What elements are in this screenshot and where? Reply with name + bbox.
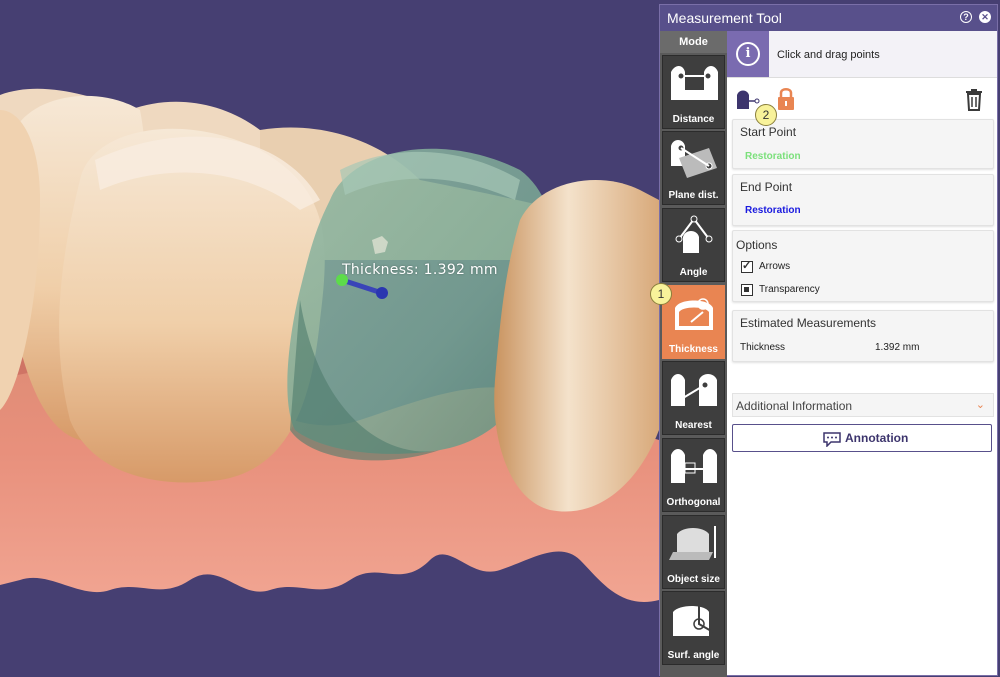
mode-orthogonal-label: Orthogonal (666, 497, 721, 508)
mode-surface-angle-button[interactable]: Surf. angle (662, 591, 725, 665)
mode-orthogonal-button[interactable]: Orthogonal (662, 438, 725, 512)
arrows-label: Arrows (759, 261, 791, 272)
close-icon[interactable]: ✕ (979, 11, 991, 23)
start-point-value: Restoration (745, 151, 801, 162)
trash-icon[interactable] (965, 89, 983, 111)
thickness-icon (675, 298, 713, 330)
mode-distance-label: Distance (672, 114, 715, 125)
measurement-name: Thickness (740, 342, 786, 353)
mode-object-size-label: Object size (667, 574, 720, 585)
info-icon: i (736, 42, 760, 66)
chevron-down-icon: ⌄ (975, 399, 985, 411)
estimated-measurements-label: Estimated Measurements (740, 316, 877, 330)
mode-distance-button[interactable]: Distance (662, 55, 725, 129)
lock-icon[interactable] (777, 87, 795, 111)
start-point-card: Start Point Restoration (732, 119, 994, 169)
options-label: Options (736, 238, 778, 252)
mode-header: Mode (660, 31, 727, 53)
options-card: Options Arrows Transparency (732, 230, 994, 302)
end-point-card: End Point Restoration (732, 174, 994, 226)
mode-plane-distance-button[interactable]: Plane dist. (662, 131, 725, 205)
panel-title: Measurement Tool (667, 10, 782, 26)
angle-icon (675, 215, 713, 253)
distance-icon (671, 66, 718, 100)
info-row: i Click and drag points (727, 31, 997, 78)
3d-viewport[interactable]: Thickness: 1.392 mm (0, 0, 659, 677)
surface-angle-icon (673, 602, 714, 636)
help-icon[interactable]: ? (960, 11, 972, 23)
end-point-label: End Point (740, 180, 793, 194)
info-text: Click and drag points (777, 49, 880, 61)
end-point-value: Restoration (745, 205, 801, 216)
plane-distance-icon (671, 140, 717, 178)
start-point-label: Start Point (740, 125, 797, 139)
dental-scan-render (0, 88, 659, 602)
nearest-icon (671, 374, 717, 406)
mode-angle-button[interactable]: Angle (662, 208, 725, 282)
mode-plane-distance-label: Plane dist. (668, 190, 719, 201)
mode-nearest-button[interactable]: Nearest (662, 361, 725, 435)
mode-thickness-label: Thickness (669, 344, 718, 355)
callout-badge-1: 1 (650, 283, 672, 305)
annotation-label: Annotation (845, 431, 909, 445)
estimated-measurements-card: Estimated Measurements Thickness 1.392 m… (732, 310, 994, 362)
callout-badge-2: 2 (755, 104, 777, 126)
thickness-measurement-label: Thickness: 1.392 mm (342, 262, 498, 278)
comment-icon (823, 432, 841, 447)
transparency-checkbox[interactable] (741, 284, 753, 296)
info-icon-box: i (727, 31, 769, 77)
panel-titlebar[interactable]: Measurement Tool ? ✕ (660, 5, 997, 31)
mode-object-size-button[interactable]: Object size (662, 515, 725, 589)
annotation-button[interactable]: Annotation (732, 424, 992, 452)
object-size-icon (669, 526, 716, 560)
measurement-tool-panel: Measurement Tool ? ✕ Mode Distance Plane… (659, 4, 998, 677)
orthogonal-icon (671, 449, 717, 483)
transparency-label: Transparency (759, 284, 820, 295)
mode-nearest-label: Nearest (675, 420, 712, 431)
mode-angle-label: Angle (679, 267, 708, 278)
additional-information-label: Additional Information (736, 399, 853, 413)
mode-surface-angle-label: Surf. angle (667, 650, 720, 661)
additional-information-section[interactable]: Additional Information ⌄ (732, 393, 994, 417)
arrows-checkbox[interactable] (741, 259, 753, 273)
measurement-value: 1.392 mm (875, 342, 920, 353)
mode-sidebar: Mode Distance Plane dist. Angle Thicknes… (660, 31, 727, 677)
